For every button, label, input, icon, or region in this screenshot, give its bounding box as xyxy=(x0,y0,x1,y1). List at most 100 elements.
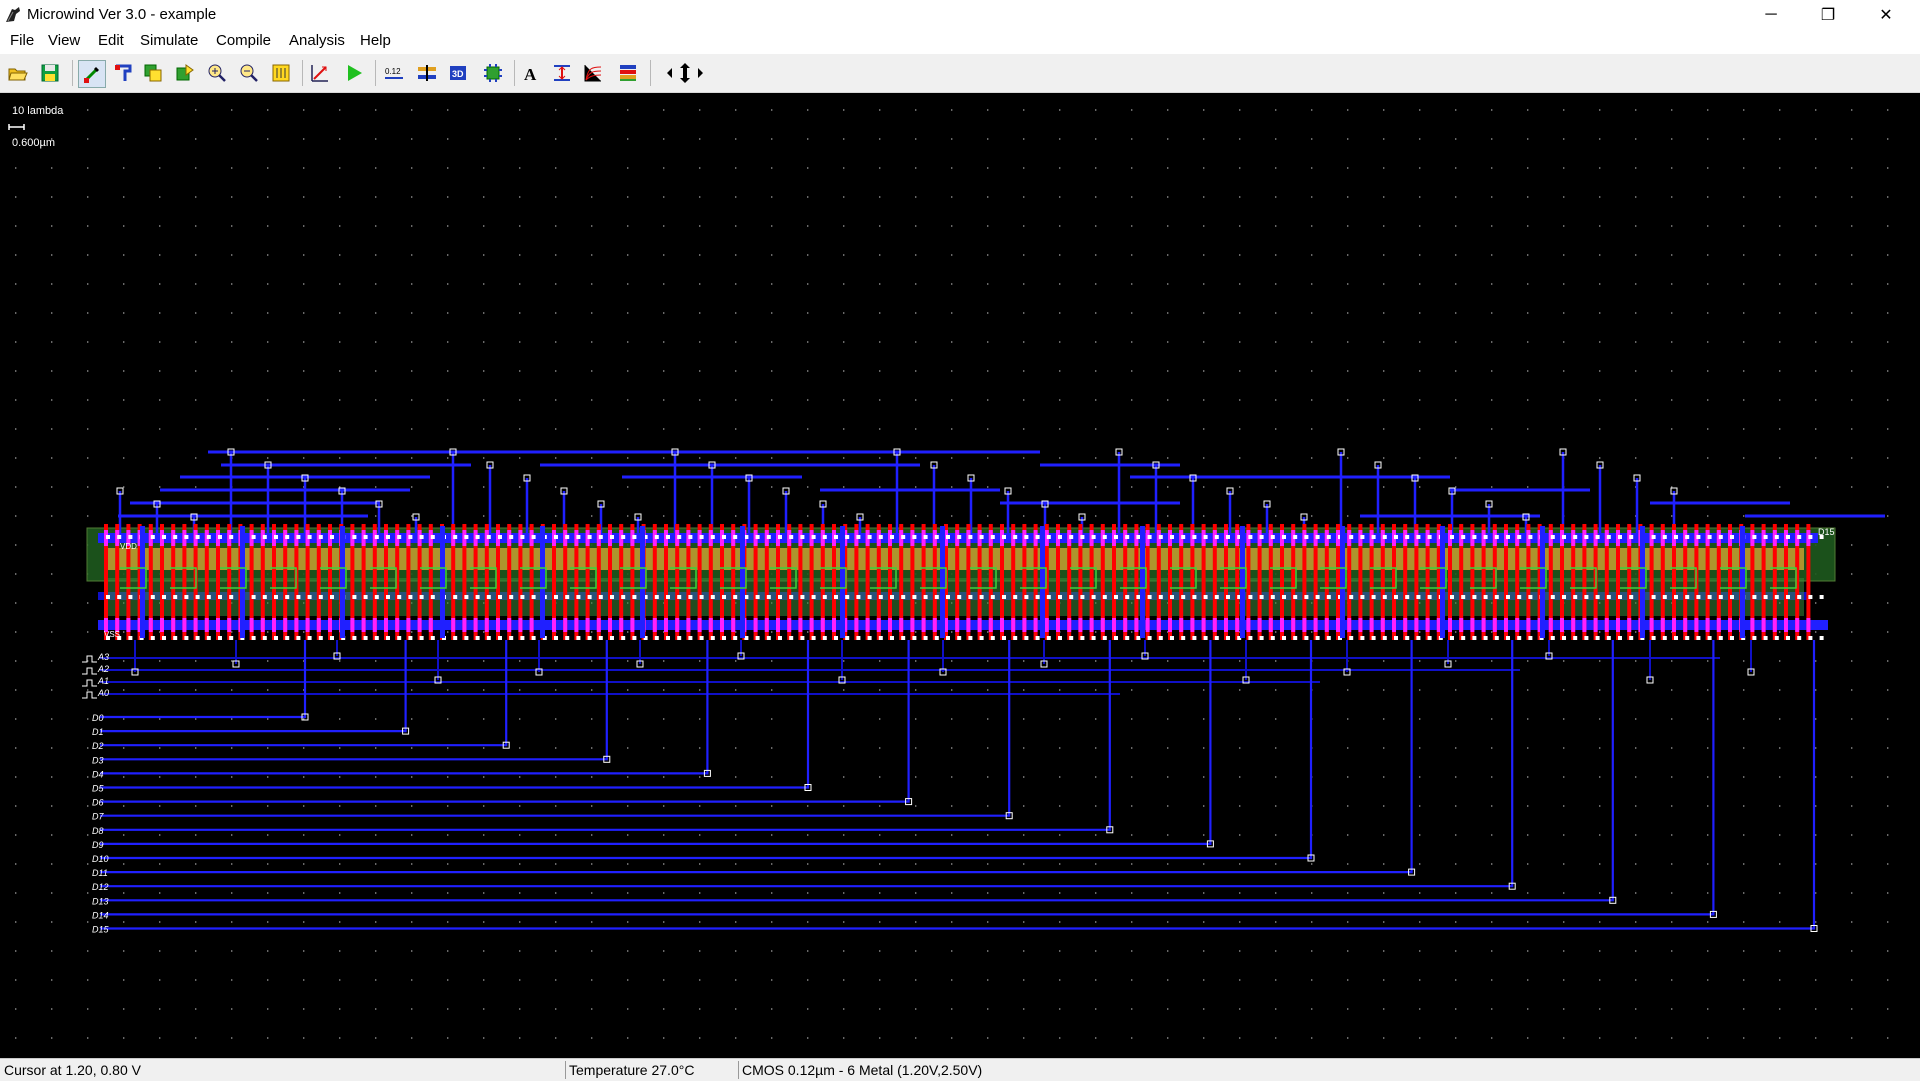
bus-label-d2: D2 xyxy=(92,741,104,751)
gate-overlap xyxy=(1548,618,1553,632)
contact xyxy=(1405,595,1410,599)
menu-analysis[interactable]: Analysis xyxy=(287,32,347,49)
menu-file[interactable]: File xyxy=(8,32,36,49)
mos-generator-button[interactable]: 0.12 xyxy=(381,60,407,86)
contact xyxy=(789,636,794,640)
contact xyxy=(1595,636,1600,640)
contact xyxy=(128,535,133,539)
gate-overlap xyxy=(1235,618,1240,632)
contact xyxy=(1226,535,1230,539)
toolbar: 0.12 3D A xyxy=(0,54,1920,93)
contact xyxy=(800,535,805,539)
gate-overlap xyxy=(1145,618,1150,632)
zoom-out-icon xyxy=(240,64,258,82)
contact xyxy=(1192,636,1197,640)
draw-connect-button[interactable] xyxy=(110,60,136,86)
gate-overlap xyxy=(1268,618,1273,632)
open-button[interactable] xyxy=(5,60,31,86)
contact xyxy=(374,535,379,539)
run-simulation-button[interactable] xyxy=(341,60,367,86)
contact xyxy=(1483,535,1488,539)
zoom-in-button[interactable] xyxy=(204,60,230,86)
gate-overlap xyxy=(182,618,187,632)
gate-overlap xyxy=(1011,618,1016,632)
contact xyxy=(1606,535,1611,539)
gate-overlap xyxy=(283,618,288,632)
gate-overlap xyxy=(350,618,355,632)
contact xyxy=(486,595,491,599)
menu-simulate[interactable]: Simulate xyxy=(138,32,200,49)
contact xyxy=(755,595,760,599)
close-button[interactable]: ✕ xyxy=(1858,0,1914,30)
measure-button[interactable] xyxy=(307,60,333,86)
contact xyxy=(878,595,883,599)
contact xyxy=(520,595,525,599)
input-label-a0: A0 xyxy=(97,688,109,698)
contact xyxy=(150,595,155,599)
contact xyxy=(1394,595,1398,599)
contact xyxy=(1696,535,1701,539)
restore-button[interactable]: ❐ xyxy=(1800,0,1856,30)
minimize-button[interactable]: ─ xyxy=(1743,0,1799,30)
status-bar: Cursor at 1.20, 0.80 V Temperature 27.0°… xyxy=(0,1058,1920,1081)
contact xyxy=(934,535,939,539)
gate-overlap xyxy=(1761,618,1766,632)
contact xyxy=(296,595,301,599)
gate-overlap xyxy=(1806,618,1811,632)
cell-boundary xyxy=(1540,526,1545,638)
3d-view-button[interactable]: 3D xyxy=(445,60,471,86)
contact xyxy=(1797,636,1802,640)
contact xyxy=(1326,636,1331,640)
gate-overlap xyxy=(1425,618,1430,632)
contact xyxy=(531,595,536,599)
contact xyxy=(1315,535,1320,539)
gate-overlap xyxy=(126,618,131,632)
contact xyxy=(1270,535,1275,539)
contact xyxy=(374,595,379,599)
gate-overlap xyxy=(1660,618,1665,632)
characteristics-button[interactable] xyxy=(580,60,606,86)
layout-editor-canvas[interactable]: 10 lambda 0.600µm D15 VDD VSS A3 A2 A1 A0 D0 D1 D… xyxy=(0,93,1920,1058)
contact xyxy=(733,535,738,539)
cross-section-button[interactable] xyxy=(549,60,575,86)
draw-box-button[interactable] xyxy=(78,60,106,88)
contact xyxy=(274,595,278,599)
clock-input-icon xyxy=(82,667,97,675)
menu-edit[interactable]: Edit xyxy=(96,32,126,49)
contact xyxy=(722,535,726,539)
contact xyxy=(1035,535,1040,539)
contact xyxy=(699,636,704,640)
contact xyxy=(307,636,312,640)
cell-boundary xyxy=(540,526,545,638)
contact xyxy=(979,535,984,539)
add-text-button[interactable]: A xyxy=(517,60,543,86)
move-button[interactable] xyxy=(172,60,198,86)
contact xyxy=(1002,595,1006,599)
contact xyxy=(520,535,525,539)
view-all-button[interactable] xyxy=(268,60,294,86)
contact xyxy=(1136,535,1141,539)
contact xyxy=(598,636,603,640)
contact xyxy=(1786,636,1790,640)
menu-help[interactable]: Help xyxy=(358,32,393,49)
zoom-out-button[interactable] xyxy=(236,60,262,86)
contact xyxy=(1091,595,1096,599)
gate-overlap xyxy=(865,618,870,632)
contact xyxy=(374,636,379,640)
decoder-layout xyxy=(86,448,1885,640)
contact xyxy=(1517,535,1522,539)
layers-button[interactable] xyxy=(615,60,641,86)
chip-button[interactable] xyxy=(480,60,506,86)
copy-button[interactable] xyxy=(140,60,166,86)
save-button[interactable] xyxy=(37,60,63,86)
menu-compile[interactable]: Compile xyxy=(214,32,273,49)
via-button[interactable] xyxy=(414,60,440,86)
contact xyxy=(1214,595,1219,599)
contact xyxy=(1181,636,1186,640)
gate-overlap xyxy=(1515,618,1520,632)
contact xyxy=(1293,636,1298,640)
contact xyxy=(968,595,973,599)
gate-overlap xyxy=(1067,618,1072,632)
menu-view[interactable]: View xyxy=(46,32,82,49)
pan-button[interactable] xyxy=(660,60,710,86)
